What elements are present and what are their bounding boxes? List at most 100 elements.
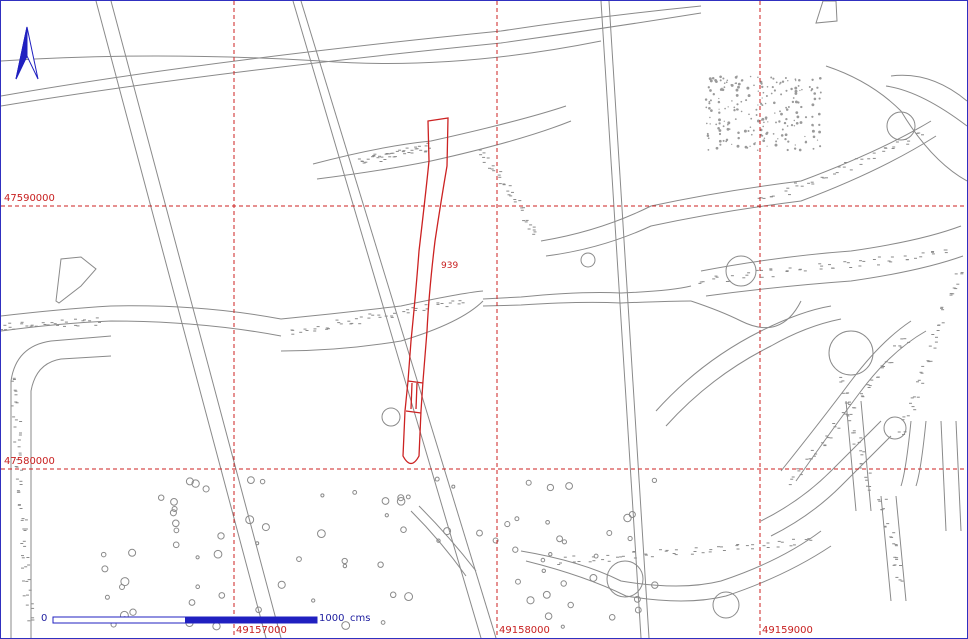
- scatter-point: [712, 93, 715, 96]
- scatter-point: [719, 75, 722, 79]
- scatter-point: [761, 85, 764, 89]
- scatter-point: [785, 106, 788, 109]
- scale-bar-unit-label: cms: [350, 613, 371, 624]
- scatter-point: [774, 112, 776, 114]
- scatter-point: [811, 123, 814, 127]
- scatter-point: [754, 142, 756, 144]
- scatter-point: [819, 145, 822, 148]
- scatter-point: [804, 135, 806, 138]
- scatter-point: [718, 122, 721, 125]
- scatter-point: [756, 149, 759, 151]
- pebble: [541, 568, 547, 574]
- survey-linework: [1, 1, 967, 638]
- scatter-point: [767, 121, 769, 123]
- scatter-point: [771, 86, 774, 89]
- scatter-point: [790, 87, 793, 91]
- map-frame[interactable]: 47590000 47580000 49157000 49158000 4915…: [0, 0, 968, 639]
- pebble: [202, 485, 210, 493]
- pebble: [128, 548, 137, 557]
- scatter-point: [736, 144, 740, 148]
- scatter-point: [747, 94, 751, 98]
- northing-label-47580000: 47580000: [4, 456, 55, 467]
- scatter-point: [761, 97, 763, 99]
- pebble: [195, 555, 200, 560]
- scatter-point: [719, 143, 722, 146]
- feature-939[interactable]: [402, 117, 449, 465]
- pebble: [320, 493, 325, 498]
- scatter-point: [718, 118, 721, 122]
- scatter-point: [750, 133, 753, 136]
- scatter-point: [730, 83, 734, 87]
- pebble: [515, 578, 521, 585]
- scale-bar-start-label: 0: [41, 613, 48, 624]
- scatter-point: [786, 125, 789, 127]
- easting-label-49159000: 49159000: [762, 625, 813, 636]
- scatter-point: [791, 100, 795, 104]
- scatter-point: [785, 117, 788, 121]
- pebble: [405, 494, 411, 500]
- scatter-point: [745, 99, 748, 102]
- scatter-point: [794, 92, 798, 95]
- scatter-point: [715, 80, 718, 83]
- pebble: [606, 530, 613, 536]
- scatter-point: [725, 81, 728, 84]
- pebble: [217, 532, 225, 540]
- pebble: [352, 489, 358, 495]
- scatter-point: [715, 146, 719, 150]
- pebble: [634, 606, 642, 614]
- scatter-point: [735, 93, 739, 97]
- scatter-point: [707, 137, 710, 140]
- scatter-point: [717, 100, 721, 104]
- scatter-point: [740, 100, 743, 103]
- pebble: [384, 513, 389, 518]
- pebble: [377, 561, 384, 568]
- scatter-point: [740, 110, 743, 113]
- scatter-point: [709, 123, 711, 125]
- scatter-point: [811, 115, 814, 118]
- pebble: [172, 519, 180, 528]
- scatter-point: [794, 78, 797, 81]
- scatter-points: [100, 75, 822, 631]
- scatter-point: [804, 116, 808, 119]
- map-canvas[interactable]: [1, 1, 967, 638]
- scatter-point: [818, 130, 822, 134]
- scatter-point: [780, 93, 783, 96]
- scatter-point: [775, 81, 778, 84]
- scatter-point: [801, 88, 803, 91]
- scatter-point: [727, 106, 729, 108]
- scatter-point: [765, 118, 767, 121]
- scatter-point: [795, 111, 799, 114]
- scatter-point: [749, 126, 752, 128]
- scatter-point: [818, 76, 822, 80]
- scatter-point: [780, 134, 784, 137]
- scatter-point: [737, 85, 740, 89]
- scatter-point: [725, 138, 729, 142]
- pebble: [400, 526, 407, 534]
- scatter-point: [775, 140, 778, 143]
- scatter-point: [813, 92, 817, 95]
- scatter-point: [734, 118, 737, 120]
- scatter-point: [762, 139, 766, 143]
- pebble: [526, 596, 535, 605]
- scatter-point: [765, 94, 768, 98]
- scatter-point: [757, 104, 759, 106]
- scatter-point: [794, 100, 798, 104]
- scatter-point: [709, 89, 712, 92]
- pebble: [173, 527, 180, 534]
- pebble: [546, 483, 555, 492]
- feature-939-label: 939: [441, 261, 459, 271]
- scatter-point: [722, 77, 725, 80]
- scatter-point: [737, 131, 740, 134]
- scatter-point: [723, 120, 725, 122]
- scatter-point: [780, 112, 783, 116]
- pebble: [525, 479, 532, 486]
- scatter-point: [816, 139, 819, 141]
- pebble: [504, 521, 511, 528]
- scatter-point: [760, 119, 763, 121]
- pebble: [195, 584, 200, 590]
- scatter-point: [737, 136, 740, 140]
- scatter-point: [779, 110, 781, 113]
- scatter-point: [722, 125, 725, 128]
- pebble: [317, 529, 326, 538]
- scatter-point: [794, 144, 796, 146]
